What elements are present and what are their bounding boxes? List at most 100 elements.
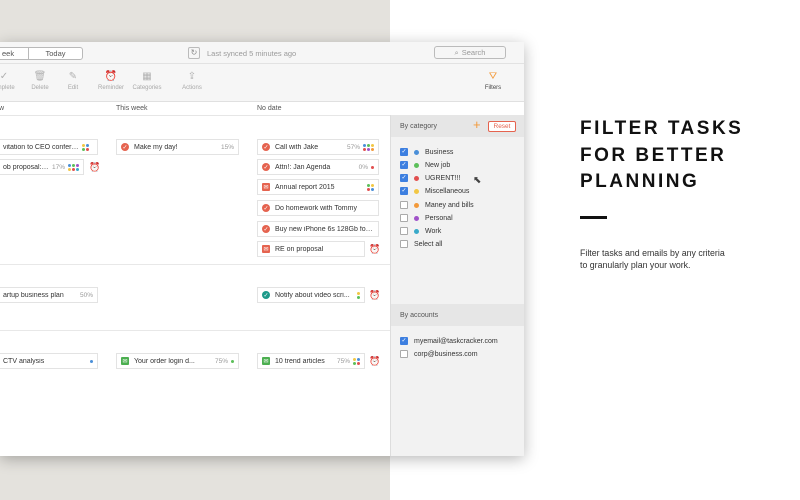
email-icon: ✉ (121, 357, 129, 365)
task-card[interactable]: ✓ Call with Jake 57% (257, 139, 379, 155)
email-icon: ✉ (262, 183, 270, 191)
task-card[interactable]: artup business plan 50% (0, 287, 98, 303)
edit-button[interactable]: ✎ Edit (53, 70, 93, 91)
task-card[interactable]: ob proposal: U... 17% (0, 159, 84, 175)
task-card[interactable]: ✓ Do homework with Tommy (257, 200, 379, 216)
task-type-icon: ✓ (262, 291, 270, 299)
filter-icon: ⛛ (488, 71, 498, 82)
category-color-dot (414, 162, 419, 168)
reminder-button[interactable]: ⏰ Reminder (91, 70, 131, 91)
task-progress: 57% (346, 143, 360, 151)
checkbox[interactable]: ✓ (400, 337, 408, 345)
task-title: Your order login d... (134, 357, 195, 365)
task-title: artup business plan (3, 291, 64, 299)
category-color-dot (414, 228, 419, 234)
category-filter-money[interactable]: Maney and bills (400, 199, 474, 211)
category-filter-miscellaneous[interactable]: ✓ Miscellaneous (400, 185, 469, 197)
category-label: New job (425, 161, 451, 169)
column-header: w (0, 105, 5, 112)
grid-icon: ▦ (142, 71, 152, 82)
checkbox[interactable] (400, 350, 408, 358)
task-card[interactable]: ✓ Buy new iPhone 6s 128Gb for t... (257, 221, 379, 237)
by-accounts-title: By accounts (400, 311, 439, 319)
reset-button[interactable]: Reset (488, 121, 516, 132)
app-window: eek Today ↻ Last synced 5 minutes ago ⌕ … (0, 42, 524, 456)
category-color-dot (414, 215, 419, 221)
task-card[interactable]: ✓ Attn!: Jan Agenda 0% (257, 159, 379, 175)
search-placeholder: Search (461, 48, 486, 57)
by-accounts-header: By accounts (391, 304, 524, 326)
actions-label: Actions (182, 85, 202, 91)
account-label: myemail@taskcracker.com (414, 337, 498, 345)
task-type-icon: ✓ (262, 163, 270, 171)
categories-button[interactable]: ▦ Categories (127, 70, 167, 91)
category-label: Miscellaneous (425, 187, 470, 195)
category-label: Business (425, 148, 454, 156)
search-input[interactable]: ⌕ Search (434, 46, 506, 59)
alarm-icon[interactable]: ⏰ (369, 356, 380, 367)
checkbox[interactable] (400, 240, 408, 248)
edit-label: Edit (67, 85, 79, 91)
category-label: UGRENT!!! (425, 174, 461, 182)
task-card[interactable]: ✓ Notify about video scri... (257, 287, 365, 303)
reminder-label: Reminder (97, 85, 124, 91)
category-filter-new-job[interactable]: ✓ New job (400, 159, 450, 171)
view-week-button[interactable]: eek (0, 47, 29, 60)
column-header: No date (257, 105, 282, 112)
alarm-icon[interactable]: ⏰ (369, 290, 380, 301)
filters-label: Filters (484, 85, 502, 91)
task-title: Buy new iPhone 6s 128Gb for t... (275, 225, 374, 233)
task-card[interactable]: ✓ Make my day! 15% (116, 139, 239, 155)
category-label: Maney and bills (425, 201, 474, 209)
account-filter[interactable]: ✓ myemail@taskcracker.com (400, 335, 498, 347)
task-title: ob proposal: U... (3, 163, 49, 171)
mouse-cursor-icon: ⬉ (473, 175, 482, 186)
toolbar: ✓omplete 🗑Delete ✎Edit ⏰Reminder ▦Catego… (0, 64, 524, 102)
task-title: 10 trend articles (275, 357, 325, 365)
task-card[interactable]: ✉ 10 trend articles 75% (257, 353, 365, 369)
task-title: Make my day! (134, 143, 178, 151)
row-divider (0, 330, 390, 331)
share-icon: ⇪ (187, 71, 197, 82)
category-label: Personal (425, 214, 453, 222)
task-card[interactable]: ✉ Your order login d... 75% (116, 353, 239, 369)
select-all-filter[interactable]: Select all (400, 238, 442, 250)
categories-label: Categories (132, 85, 162, 91)
task-card[interactable]: vitation to CEO conference (0, 139, 98, 155)
account-filter[interactable]: corp@business.com (400, 348, 478, 360)
checkbox[interactable]: ✓ (400, 187, 408, 195)
task-type-icon: ✓ (262, 204, 270, 212)
task-title: vitation to CEO conference (3, 143, 79, 151)
alarm-icon[interactable]: ⏰ (369, 244, 380, 255)
promo-divider (580, 216, 607, 219)
category-filter-work[interactable]: Work (400, 225, 441, 237)
checkbox[interactable] (400, 227, 408, 235)
task-type-icon: ✓ (262, 143, 270, 151)
category-dots (90, 359, 93, 363)
task-card[interactable]: ✉ Annual report 2015 (257, 179, 379, 195)
account-label: corp@business.com (414, 350, 478, 358)
row-divider (0, 264, 390, 265)
checkbox[interactable] (400, 214, 408, 222)
add-category-icon[interactable]: + (473, 118, 481, 132)
task-card[interactable]: ✉ RE on proposal (257, 241, 365, 257)
category-filter-urgent[interactable]: ✓ UGRENT!!! (400, 172, 460, 184)
refresh-icon[interactable]: ↻ (188, 47, 200, 59)
task-card[interactable]: CTV analysis (0, 353, 98, 369)
actions-button[interactable]: ⇪ Actions (172, 70, 212, 91)
filters-button[interactable]: ⛛ Filters (473, 70, 513, 91)
task-progress: 17% (51, 163, 65, 171)
alarm-icon[interactable]: ⏰ (89, 162, 100, 173)
category-filter-personal[interactable]: Personal (400, 212, 453, 224)
category-color-dot (414, 149, 419, 155)
category-color-dot (414, 202, 419, 208)
task-title: RE on proposal (275, 245, 324, 253)
category-color-dot (414, 188, 419, 194)
checkbox[interactable]: ✓ (400, 161, 408, 169)
checkbox[interactable]: ✓ (400, 174, 408, 182)
view-today-button[interactable]: Today (28, 47, 83, 60)
category-filter-business[interactable]: ✓ Business (400, 146, 453, 158)
select-all-label: Select all (414, 240, 443, 248)
checkbox[interactable]: ✓ (400, 148, 408, 156)
checkbox[interactable] (400, 201, 408, 209)
